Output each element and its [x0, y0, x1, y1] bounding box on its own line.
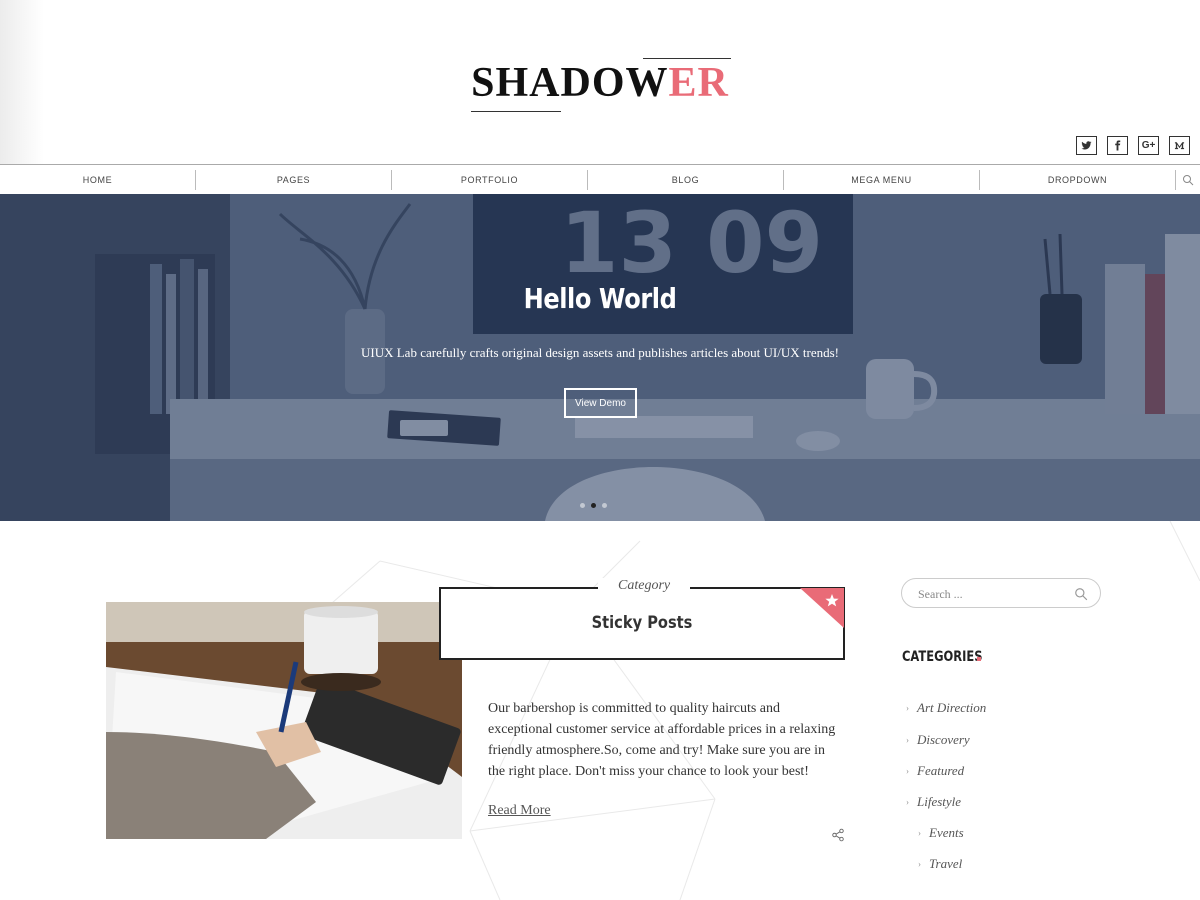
logo-line-top	[642, 58, 731, 59]
category-link-travel[interactable]: › Travel	[918, 856, 962, 872]
star-icon	[800, 588, 844, 628]
category-label: Events	[929, 825, 964, 840]
post-excerpt: Our barbershop is committed to quality h…	[488, 701, 836, 779]
slider-dot-3[interactable]	[602, 503, 607, 508]
logo-text-main: SHADOW	[471, 60, 669, 106]
categories-title: CATEGORIES	[902, 649, 983, 665]
category-label: Featured	[917, 763, 965, 778]
chevron-right-icon: ›	[918, 828, 921, 838]
facebook-icon[interactable]	[1107, 136, 1128, 155]
nav-item-blog[interactable]: BLOG	[588, 169, 784, 190]
chevron-right-icon: ›	[906, 703, 909, 713]
google-plus-icon[interactable]: G+	[1138, 136, 1159, 155]
main-nav: HOME PAGES PORTFOLIO BLOG MEGA MENU DROP…	[0, 164, 1200, 194]
medium-icon[interactable]	[1169, 136, 1190, 155]
hero-title: Hello World	[523, 282, 677, 315]
chevron-right-icon: ›	[918, 859, 921, 869]
chevron-right-icon: ›	[906, 735, 909, 745]
social-links: G+	[1076, 136, 1190, 155]
post-title[interactable]: Sticky Posts	[469, 613, 815, 633]
post-header-box: Category Sticky Posts	[439, 578, 845, 660]
logo-line-bottom	[471, 111, 562, 112]
read-more-link[interactable]: Read More	[488, 803, 551, 819]
chevron-right-icon: ›	[906, 797, 909, 807]
site-logo[interactable]: SHADOWER	[0, 56, 1200, 112]
slider-dots	[580, 503, 607, 508]
logo-text-accent: ER	[668, 60, 729, 106]
twitter-icon[interactable]	[1076, 136, 1097, 155]
category-link-events[interactable]: › Events	[918, 825, 964, 841]
post-featured-image[interactable]	[106, 602, 462, 839]
category-link-art-direction[interactable]: › Art Direction	[906, 700, 986, 716]
category-label: Discovery	[917, 732, 970, 747]
hero-slider: 13 09 Hello World UIUX Lab carefully cra…	[0, 194, 1200, 521]
nav-item-pages[interactable]: PAGES	[196, 169, 392, 190]
category-link-discovery[interactable]: › Discovery	[906, 732, 970, 748]
category-label: Lifestyle	[917, 794, 962, 809]
slider-dot-2[interactable]	[591, 503, 596, 508]
nav-search-icon[interactable]	[1176, 170, 1200, 190]
nav-item-dropdown[interactable]: DROPDOWN	[980, 169, 1176, 190]
post-category-link[interactable]: Category	[598, 578, 691, 594]
share-icon[interactable]	[831, 828, 845, 842]
categories-accent-dot	[977, 657, 981, 661]
view-demo-button[interactable]: View Demo	[564, 388, 637, 418]
slider-dot-1[interactable]	[580, 503, 585, 508]
nav-item-mega-menu[interactable]: MEGA MENU	[784, 169, 980, 190]
search-icon[interactable]	[1074, 587, 1088, 601]
category-label: Art Direction	[917, 700, 987, 715]
category-link-lifestyle[interactable]: › Lifestyle	[906, 794, 961, 810]
nav-item-home[interactable]: HOME	[0, 169, 196, 190]
category-link-featured[interactable]: › Featured	[906, 763, 964, 779]
category-label: Travel	[929, 856, 963, 871]
sidebar-search	[901, 578, 1101, 608]
chevron-right-icon: ›	[906, 766, 909, 776]
sidebar-search-input[interactable]	[918, 585, 1068, 603]
google-plus-label: G+	[1141, 140, 1156, 151]
hero-subtitle: UIUX Lab carefully crafts original desig…	[361, 345, 839, 360]
nav-item-portfolio[interactable]: PORTFOLIO	[392, 169, 588, 190]
